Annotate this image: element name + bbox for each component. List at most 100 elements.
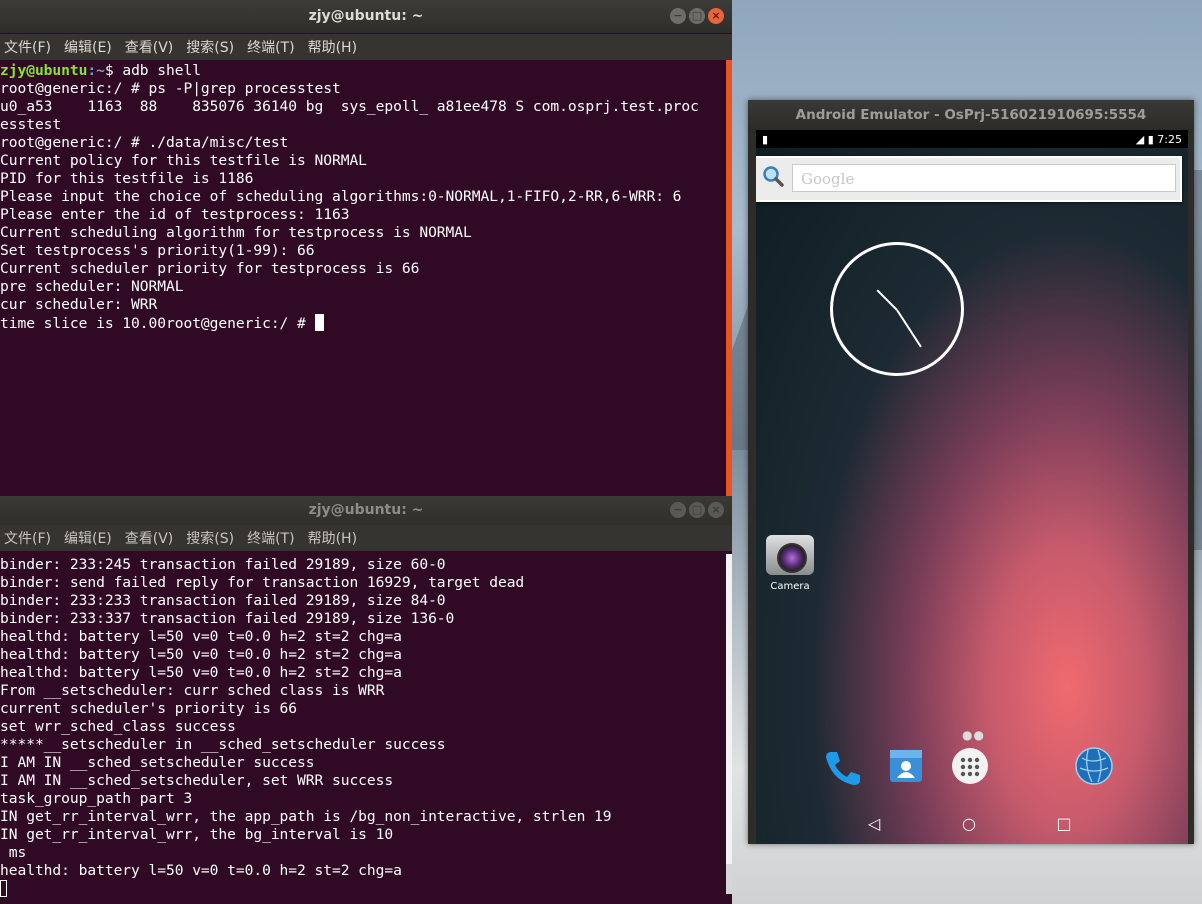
back-icon[interactable]: ◁: [864, 814, 884, 834]
menu-help[interactable]: 帮助(H): [308, 37, 357, 57]
sd-card-icon: ▮: [762, 132, 769, 146]
output-line: binder: send failed reply for transactio…: [0, 574, 525, 591]
terminal-window-bottom[interactable]: zjy@ubuntu: ~ − □ × 文件(F) 编辑(E) 查看(V) 搜索…: [0, 496, 732, 904]
emulator-window[interactable]: Android Emulator - OsPrj-516021910695:55…: [748, 100, 1194, 844]
menu-bar: 文件(F) 编辑(E) 查看(V) 搜索(S) 终端(T) 帮助(H): [0, 34, 732, 60]
output-line: I AM IN __sched_setscheduler success: [0, 754, 315, 771]
output-line: root@generic:/ # ps -P|grep processtest: [0, 80, 341, 97]
window-title: zjy@ubuntu: ~: [308, 502, 424, 518]
window-title: zjy@ubuntu: ~: [308, 8, 424, 24]
menu-file[interactable]: 文件(F): [4, 528, 51, 548]
emulator-title: Android Emulator - OsPrj-516021910695:55…: [795, 107, 1147, 123]
output-line: I AM IN __sched_setscheduler, set WRR su…: [0, 772, 394, 789]
terminal-scrollbar[interactable]: [726, 554, 732, 894]
menu-edit[interactable]: 编辑(E): [64, 37, 112, 57]
output-line: binder: 233:233 transaction failed 29189…: [0, 592, 446, 609]
signal-icon: ◢: [1135, 132, 1145, 146]
output-line: *****__setscheduler in __sched_setschedu…: [0, 736, 446, 753]
output-line: u0_a53 1163 88 835076 36140 bg sys_epoll…: [0, 98, 699, 115]
search-input[interactable]: Google: [792, 164, 1176, 192]
output-line: binder: 233:245 transaction failed 29189…: [0, 556, 446, 573]
hour-hand: [876, 289, 898, 311]
clock-time: 7:25: [1157, 132, 1182, 146]
menu-search[interactable]: 搜索(S): [186, 528, 234, 548]
emulator-titlebar[interactable]: Android Emulator - OsPrj-516021910695:55…: [748, 100, 1194, 130]
output-line: Please enter the id of testprocess: 1163: [0, 206, 350, 223]
app-drawer-icon[interactable]: [950, 746, 990, 786]
browser-globe-icon[interactable]: [1074, 746, 1114, 786]
close-icon[interactable]: ×: [708, 502, 724, 518]
window-titlebar[interactable]: zjy@ubuntu: ~ − □ ×: [0, 0, 732, 33]
camera-app-shortcut[interactable]: Camera: [762, 535, 818, 592]
output-line: healthd: battery l=50 v=0 t=0.0 h=2 st=2…: [0, 862, 402, 879]
output-line: ms: [0, 844, 27, 861]
menu-search[interactable]: 搜索(S): [186, 37, 234, 57]
menu-bar: 文件(F) 编辑(E) 查看(V) 搜索(S) 终端(T) 帮助(H): [0, 525, 732, 551]
output-line: healthd: battery l=50 v=0 t=0.0 h=2 st=2…: [0, 646, 402, 663]
app-label: Camera: [770, 581, 810, 592]
output-line: binder: 233:337 transaction failed 29189…: [0, 610, 455, 627]
maximize-icon[interactable]: □: [689, 8, 705, 24]
output-line: IN get_rr_interval_wrr, the bg_interval …: [0, 826, 394, 843]
scrollbar-thumb[interactable]: [726, 864, 732, 894]
battery-icon: ▮: [1147, 132, 1154, 146]
output-line: healthd: battery l=50 v=0 t=0.0 h=2 st=2…: [0, 628, 402, 645]
output-line: healthd: battery l=50 v=0 t=0.0 h=2 st=2…: [0, 664, 402, 681]
output-line: task_group_path part 3: [0, 790, 193, 807]
terminal-output[interactable]: binder: 233:245 transaction failed 29189…: [0, 556, 726, 899]
menu-edit[interactable]: 编辑(E): [64, 528, 112, 548]
prompt-line: zjy@ubuntu:~$ adb shell: [0, 62, 726, 80]
menu-help[interactable]: 帮助(H): [308, 528, 357, 548]
analog-clock-widget[interactable]: [830, 242, 964, 376]
minimize-icon[interactable]: −: [670, 8, 686, 24]
output-line: Current scheduler priority for testproce…: [0, 260, 420, 277]
terminal-window-top[interactable]: zjy@ubuntu: ~ − □ × 文件(F) 编辑(E) 查看(V) 搜索…: [0, 0, 732, 496]
output-line: Set testprocess's priority(1-99): 66: [0, 242, 315, 259]
current-line: time slice is 10.00root@generic:/ #: [0, 314, 726, 333]
output-line: Current policy for this testfile is NORM…: [0, 152, 367, 169]
window-controls: − □ ×: [670, 8, 724, 24]
output-line: cur scheduler: WRR: [0, 296, 158, 313]
phone-icon[interactable]: [822, 746, 862, 786]
minute-hand: [896, 309, 922, 348]
output-line: current scheduler's priority is 66: [0, 700, 298, 717]
prompt-path: :~: [87, 62, 105, 79]
window-titlebar[interactable]: zjy@ubuntu: ~ − □ ×: [0, 496, 732, 525]
window-controls: − □ ×: [670, 502, 724, 518]
navigation-bar: ◁ ○ □: [756, 804, 1188, 844]
output-line: PID for this testfile is 1186: [0, 170, 254, 187]
menu-view[interactable]: 查看(V): [125, 37, 174, 57]
prompt-command: $ adb shell: [104, 62, 201, 79]
output-line: time slice is 10.00root@generic:/ #: [0, 315, 315, 332]
output-line: From __setscheduler: curr sched class is…: [0, 682, 385, 699]
close-icon[interactable]: ×: [708, 8, 724, 24]
camera-icon: [766, 535, 814, 575]
dock: [756, 746, 1188, 790]
home-icon[interactable]: ○: [959, 814, 979, 834]
page-indicator: ●●: [962, 728, 985, 742]
recents-icon[interactable]: □: [1054, 814, 1074, 834]
status-icons: ◢ ▮ 7:25: [1136, 133, 1182, 146]
output-line: set wrr_sched_class success: [0, 718, 236, 735]
menu-view[interactable]: 查看(V): [125, 528, 174, 548]
menu-file[interactable]: 文件(F): [4, 37, 51, 57]
output-line: root@generic:/ # ./data/misc/test: [0, 134, 289, 151]
terminal-output[interactable]: zjy@ubuntu:~$ adb shell root@generic:/ # …: [0, 62, 726, 496]
text-cursor: [314, 314, 324, 331]
current-line: [0, 880, 726, 899]
menu-terminal[interactable]: 终端(T): [247, 528, 294, 548]
android-screen[interactable]: ▮ ◢ ▮ 7:25 Google Camera ●● ◁ ○ □: [756, 130, 1188, 844]
contacts-icon[interactable]: [886, 746, 926, 786]
google-search-bar[interactable]: Google: [756, 156, 1182, 202]
minimize-icon[interactable]: −: [670, 502, 686, 518]
menu-terminal[interactable]: 终端(T): [247, 37, 294, 57]
maximize-icon[interactable]: □: [689, 502, 705, 518]
text-cursor: [0, 880, 7, 897]
output-line: Current scheduling algorithm for testpro…: [0, 224, 472, 241]
output-line: pre scheduler: NORMAL: [0, 278, 184, 295]
prompt-user: zjy@ubuntu: [0, 62, 88, 79]
search-icon[interactable]: [762, 165, 784, 187]
terminal-scrollbar[interactable]: [726, 60, 732, 496]
status-bar: ▮ ◢ ▮ 7:25: [756, 130, 1188, 148]
output-line: Please input the choice of scheduling al…: [0, 188, 682, 205]
